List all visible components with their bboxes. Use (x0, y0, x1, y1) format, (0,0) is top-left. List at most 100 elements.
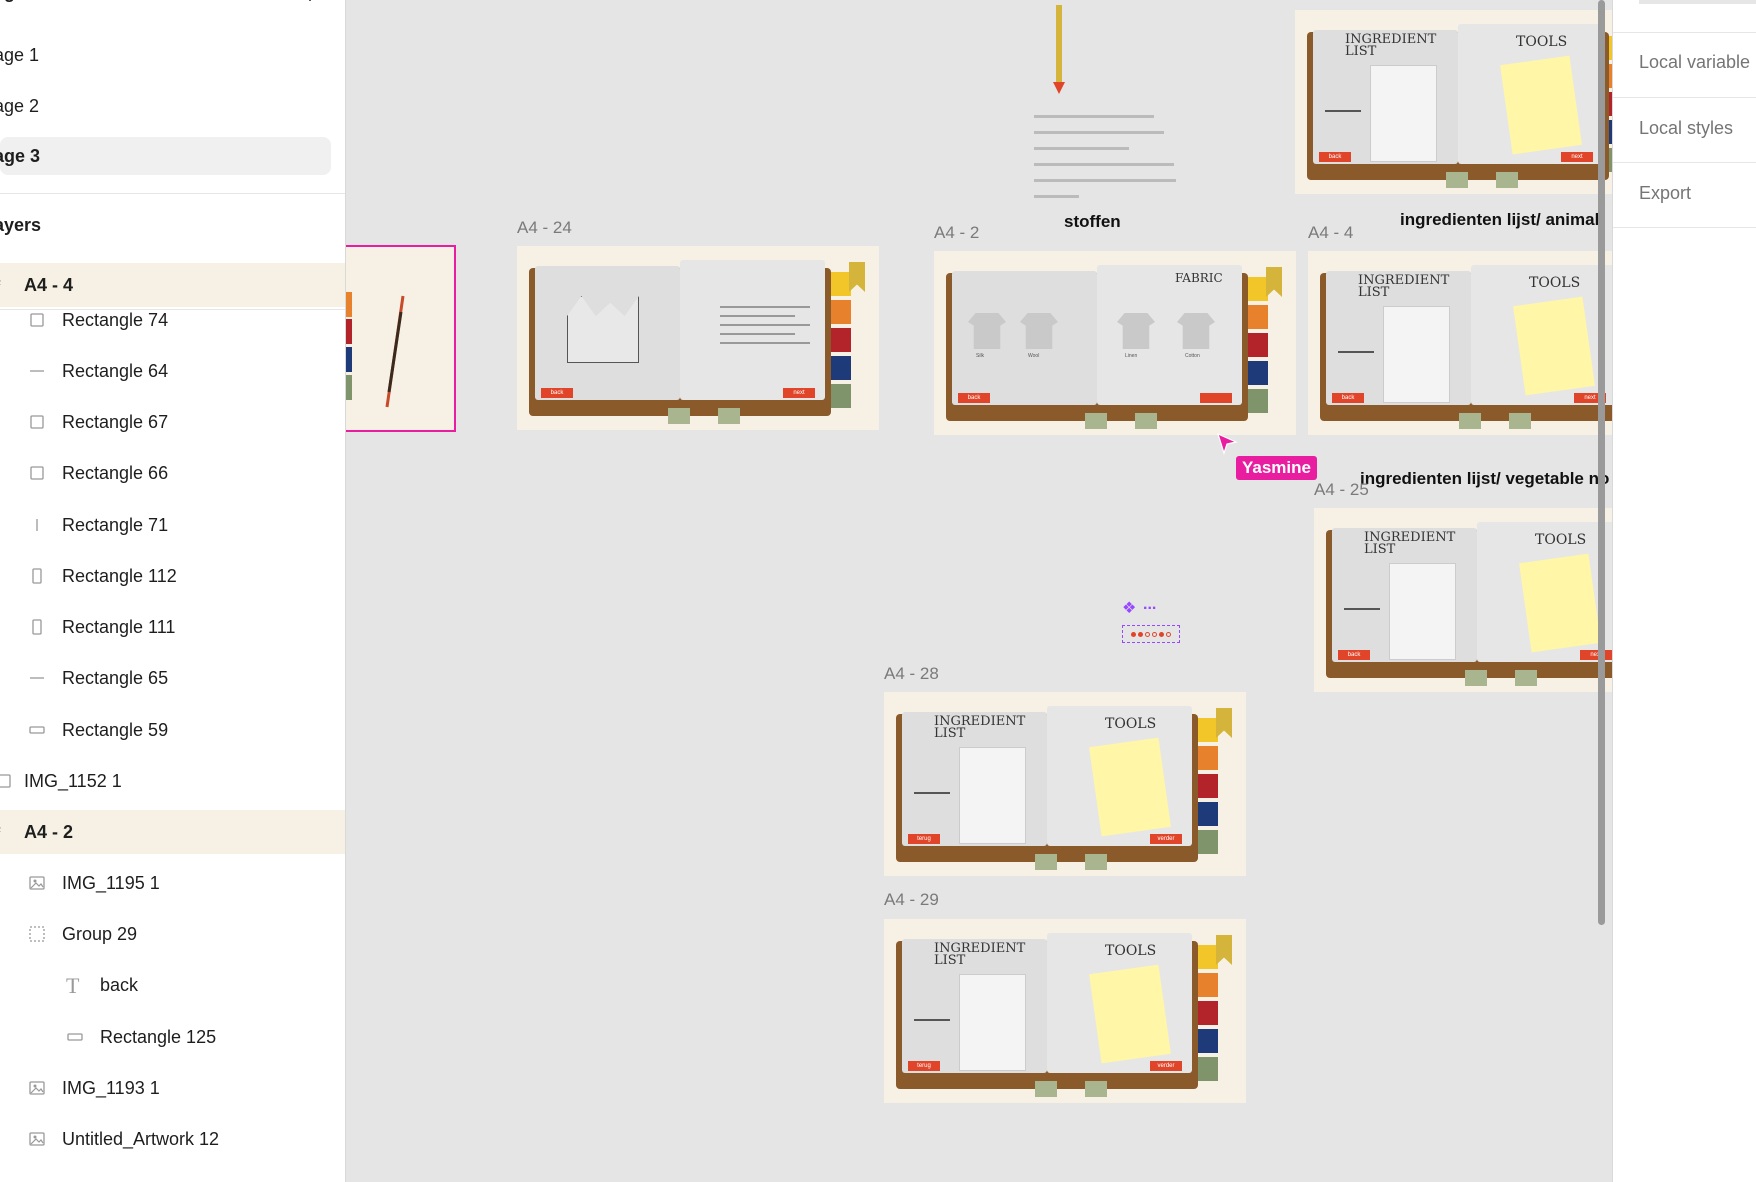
tools-title: TOOLS (1516, 34, 1568, 50)
layer-label: IMG_1193 1 (62, 1077, 160, 1098)
page-item-3[interactable]: age 3 (0, 137, 331, 175)
tall-rectangle-icon (32, 619, 42, 635)
frame-a4-4[interactable]: back next INGREDIENT LIST TOOLS (1308, 251, 1612, 435)
layer-text-back[interactable]: T back (0, 963, 345, 1007)
cursor-icon (1217, 432, 1238, 455)
image-icon (0, 774, 11, 788)
page-item-label: age 1 (0, 44, 40, 65)
frame-a4-25[interactable]: back next INGREDIENT LIST TOOLS (1314, 508, 1612, 692)
layer-img-1152[interactable]: IMG_1152 1 (0, 759, 345, 803)
local-styles-button[interactable]: Local styles (1639, 118, 1733, 139)
bookmark-tab (346, 292, 352, 317)
canvas-scrollbar[interactable] (1598, 0, 1605, 925)
layer-rectangle-74[interactable]: Rectangle 74 (0, 298, 345, 342)
frame-a4-29[interactable]: terug verder INGREDIENT LIST TOOLS (884, 919, 1246, 1103)
export-button[interactable]: Export (1639, 183, 1691, 204)
layer-group-29[interactable]: Group 29 (0, 912, 345, 956)
bookmark-tab (1198, 945, 1218, 969)
layer-rectangle-64[interactable]: Rectangle 64 (0, 349, 345, 393)
frame-label[interactable]: A4 - 25 (1314, 480, 1369, 500)
frame-label[interactable]: A4 - 28 (884, 664, 939, 684)
component-icon[interactable]: ❖ (1122, 598, 1136, 618)
tools-title: TOOLS (1535, 532, 1587, 548)
local-variables-button[interactable]: Local variable (1639, 52, 1750, 73)
scale-illustration (1338, 321, 1374, 353)
bookmark-tab (1248, 389, 1268, 413)
bookmark-tab (346, 375, 352, 400)
layer-label: Rectangle 66 (62, 462, 169, 483)
paragraph-line (720, 324, 810, 326)
layer-label: Rectangle 64 (62, 360, 169, 381)
layer-rectangle-59[interactable]: Rectangle 59 (0, 708, 345, 752)
frame-label[interactable]: A4 - 2 (934, 223, 979, 243)
sticker (1509, 413, 1531, 429)
frame-a4-24[interactable]: back next (517, 246, 879, 430)
panel-divider (0, 193, 345, 194)
section-label-vegetable[interactable]: ingredienten lijst/ vegetable no (1360, 469, 1609, 489)
bookmark-tab (1198, 973, 1218, 997)
bookmark-tab (1198, 1029, 1218, 1053)
ingredient-title: INGREDIENT LIST (934, 941, 1026, 968)
layer-img-1195[interactable]: IMG_1195 1 (0, 861, 345, 905)
back-button: back (958, 393, 990, 403)
selected-frame[interactable] (346, 245, 456, 432)
layer-rectangle-65[interactable]: Rectangle 65 (0, 656, 345, 700)
pagination-dots-component[interactable] (1122, 625, 1180, 643)
checklist-paper (1389, 563, 1456, 660)
add-page-icon[interactable] (300, 0, 320, 4)
back-button: back (1338, 650, 1370, 660)
bookmark-tab (1198, 802, 1218, 826)
bookmark-tab (1198, 1057, 1218, 1081)
pencil-illustration (1056, 5, 1062, 85)
fabric-item-label: Wool (1028, 353, 1040, 359)
layer-untitled-artwork-12[interactable]: Untitled_Artwork 12 (0, 1117, 345, 1161)
section-label-animal[interactable]: ingredienten lijst/ animal (1400, 210, 1599, 230)
layer-rectangle-66[interactable]: Rectangle 66 (0, 451, 345, 495)
section-label-stoffen[interactable]: stoffen (1064, 212, 1121, 232)
sticker (1465, 670, 1487, 686)
frame-top-right[interactable]: back next INGREDIENT LIST TOOLS (1295, 10, 1612, 194)
component-more[interactable]: ... (1143, 596, 1156, 614)
sticker (1035, 854, 1057, 870)
bookmark-tab (1198, 830, 1218, 854)
sticker (668, 408, 690, 424)
layer-rectangle-111[interactable]: Rectangle 111 (0, 605, 345, 649)
page-item-2[interactable]: age 2 (0, 87, 331, 125)
layer-label: Group 29 (62, 923, 138, 944)
layers-panel: ages age 1 age 2 age 3 ayers # A4 - 4 Re… (0, 0, 346, 1182)
frame-label[interactable]: A4 - 29 (884, 890, 939, 910)
rectangle-icon (30, 466, 44, 480)
panel-divider (1613, 227, 1756, 228)
pencil-tip (1053, 82, 1065, 94)
layer-img-1193[interactable]: IMG_1193 1 (0, 1066, 345, 1110)
sticky-note (1089, 964, 1171, 1064)
paragraph-line (720, 333, 795, 335)
collaborator-name-tag: Yasmine (1236, 456, 1317, 480)
rectangle-icon (30, 313, 44, 327)
properties-panel: Local variable Local styles Export (1612, 0, 1756, 1182)
frame-a4-28[interactable]: terug verder INGREDIENT LIST TOOLS (884, 692, 1246, 876)
ribbon-bookmark (1216, 708, 1232, 738)
layer-rectangle-71[interactable]: Rectangle 71 (0, 503, 345, 547)
recipe-text-block (1034, 115, 1184, 211)
paragraph-line (720, 342, 810, 344)
bookmark-tab (831, 272, 851, 296)
bookmark-tab (831, 384, 851, 408)
design-canvas[interactable]: stoffen ingredienten lijst/ animal ingre… (346, 0, 1612, 1182)
frame-label[interactable]: A4 - 4 (1308, 223, 1353, 243)
layer-rectangle-125[interactable]: Rectangle 125 (0, 1015, 345, 1059)
book-right-page (680, 260, 825, 400)
scale-illustration (1325, 80, 1361, 112)
bookmark-tab (1248, 305, 1268, 329)
layer-label: Rectangle 125 (100, 1026, 217, 1047)
page-item-1[interactable]: age 1 (0, 36, 331, 74)
layer-rectangle-112[interactable]: Rectangle 112 (0, 554, 345, 598)
frame-label[interactable]: A4 - 24 (517, 218, 572, 238)
next-button (1200, 393, 1232, 403)
layer-label: Rectangle 59 (62, 719, 169, 740)
frame-a4-2[interactable]: back FABRIC Silk Wool Linen Cotton (934, 251, 1296, 435)
image-icon (29, 1081, 45, 1095)
layer-rectangle-67[interactable]: Rectangle 67 (0, 400, 345, 444)
layer-frame-a4-2[interactable]: # A4 - 2 (0, 810, 345, 854)
input-field-edge (1639, 0, 1756, 4)
